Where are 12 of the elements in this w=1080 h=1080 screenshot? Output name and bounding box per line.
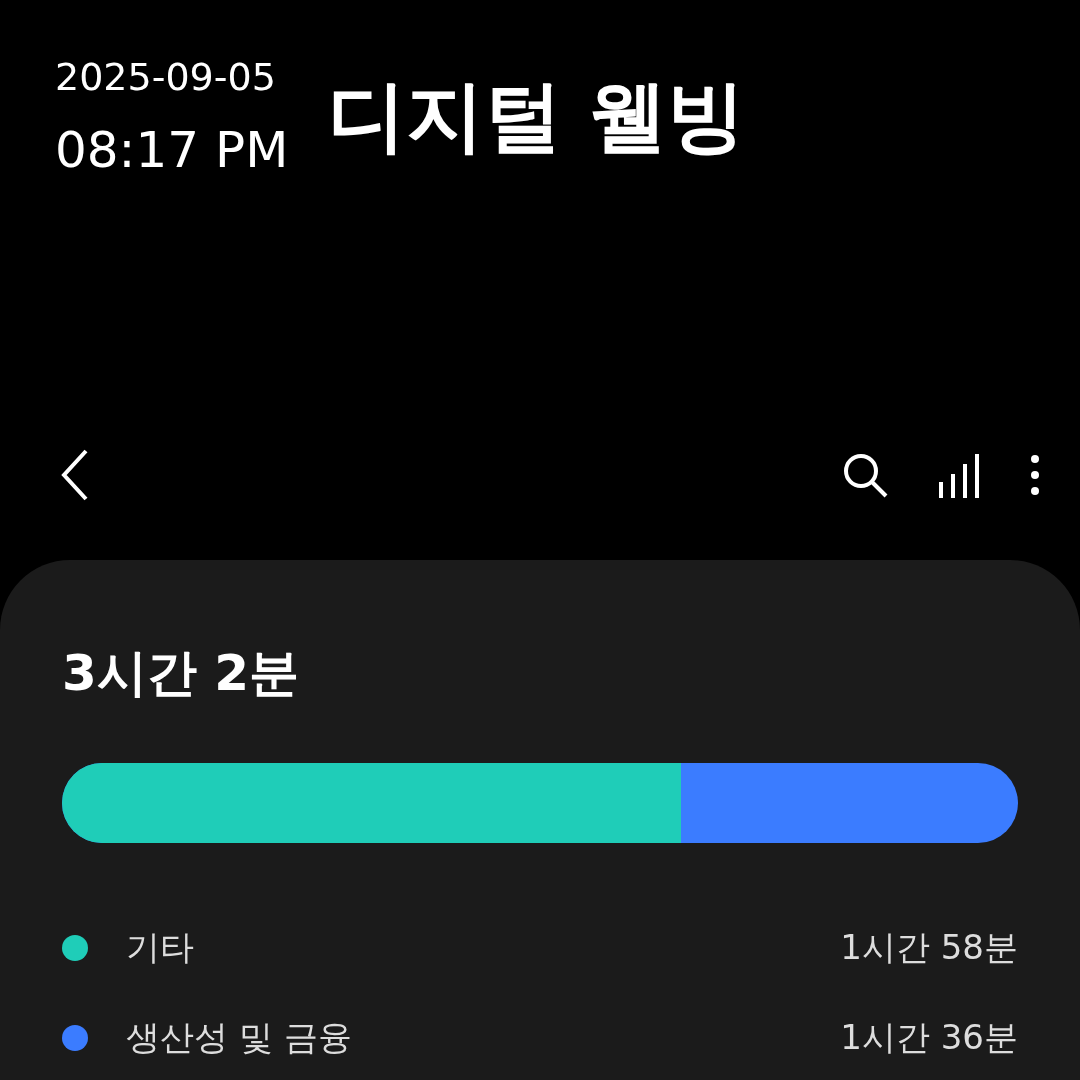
time: 08:17 PM bbox=[55, 121, 289, 179]
bar-chart-icon[interactable] bbox=[938, 452, 980, 498]
search-icon[interactable] bbox=[842, 452, 888, 498]
category-time: 1시간 58분 bbox=[840, 926, 1018, 969]
total-time: 3시간 2분 bbox=[62, 643, 300, 704]
category-name: 기타 bbox=[126, 926, 194, 969]
back-icon[interactable] bbox=[60, 449, 90, 501]
more-icon[interactable] bbox=[1030, 454, 1040, 496]
page-title: 디지털 웰빙 bbox=[328, 70, 746, 163]
date: 2025-09-05 bbox=[55, 55, 277, 99]
category-name: 생산성 및 금융 bbox=[126, 1016, 352, 1059]
category-time: 1시간 36분 bbox=[840, 1016, 1018, 1059]
